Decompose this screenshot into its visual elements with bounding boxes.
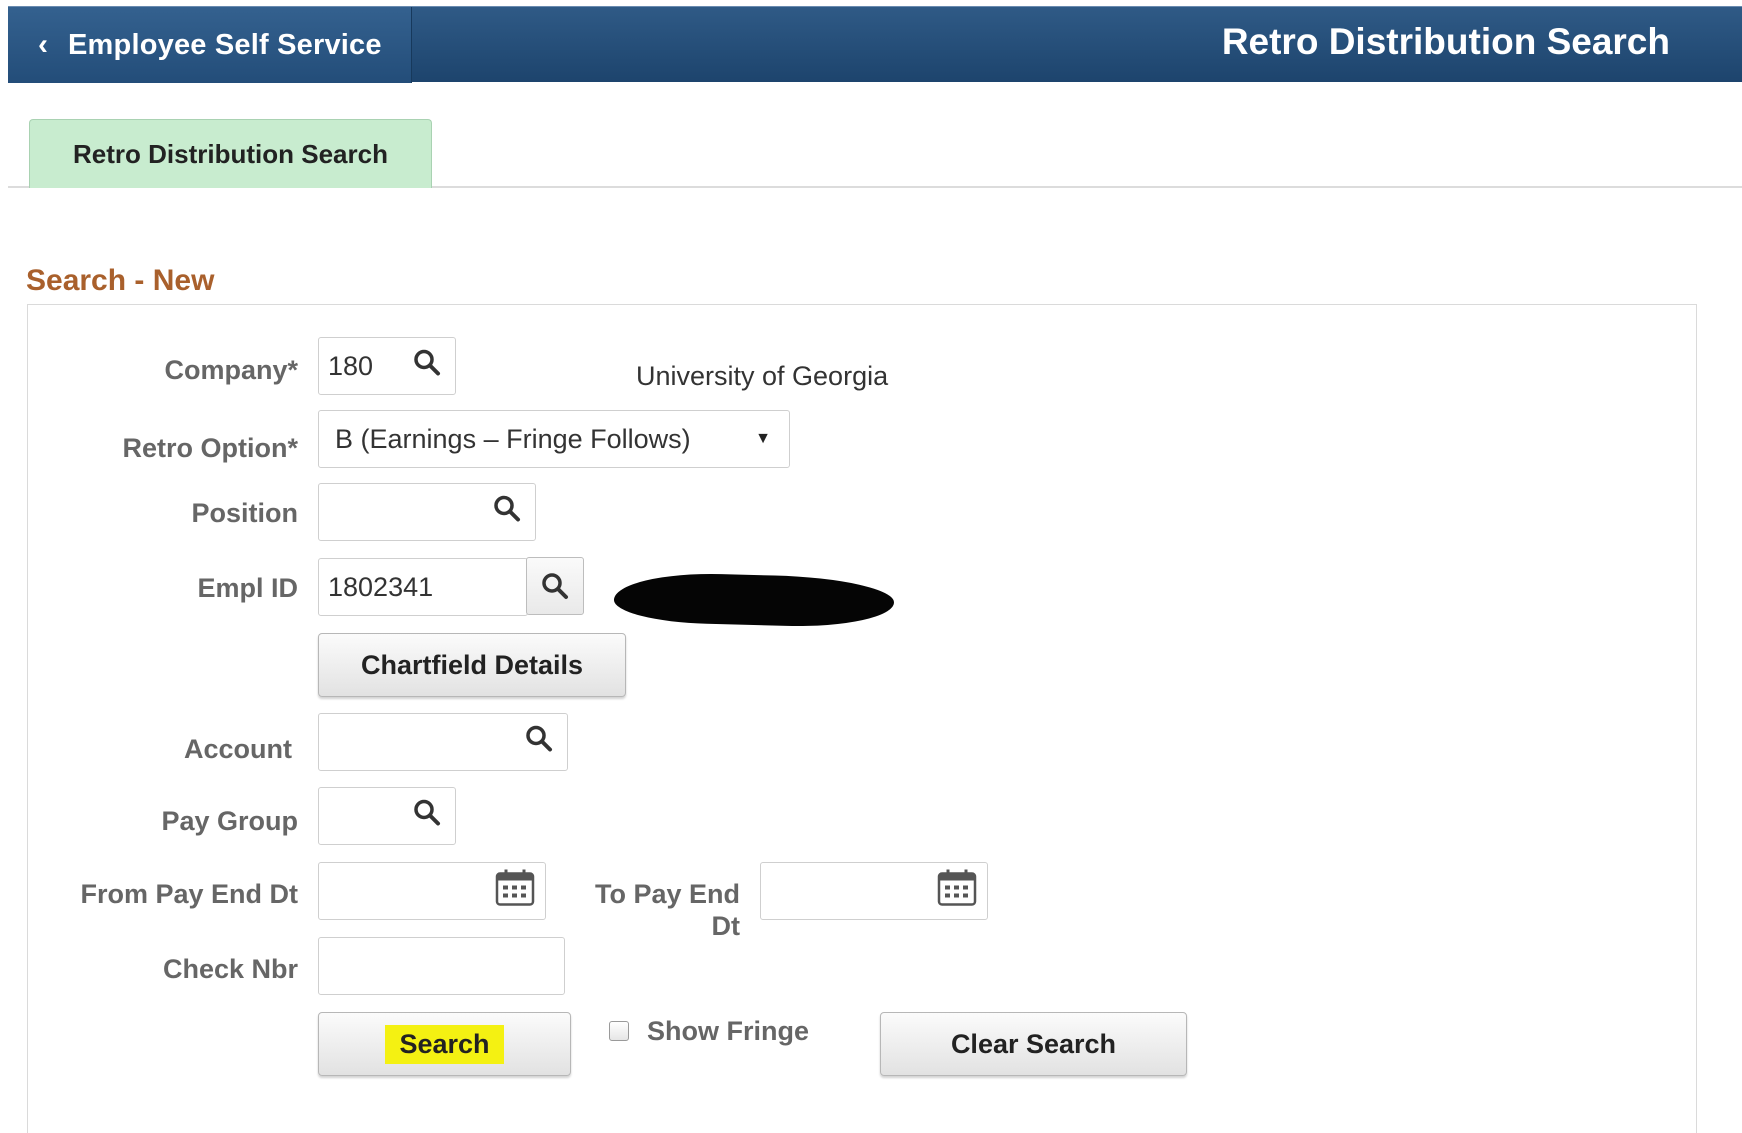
search-icon[interactable] [413, 799, 441, 834]
page-header-banner: ‹ Employee Self Service Retro Distributi… [8, 6, 1742, 83]
to-pay-end-dt-label-line2: Dt [711, 911, 741, 941]
show-fringe-checkbox[interactable] [609, 1021, 629, 1041]
pay-group-label: Pay Group [161, 806, 298, 836]
tab-retro-distribution-search[interactable]: Retro Distribution Search [29, 119, 432, 188]
back-button-employee-self-service[interactable]: ‹ Employee Self Service [8, 7, 412, 83]
calendar-icon[interactable] [495, 869, 535, 914]
back-button-label: Employee Self Service [68, 28, 382, 61]
company-description: University of Georgia [636, 361, 889, 391]
check-nbr-field[interactable] [318, 937, 565, 995]
company-field[interactable]: 180 [318, 337, 456, 395]
search-icon[interactable] [525, 725, 553, 760]
check-nbr-label: Check Nbr [162, 954, 298, 984]
empl-id-lookup-button[interactable] [526, 557, 584, 615]
pay-group-field[interactable] [318, 787, 456, 845]
retro-option-label: Retro Option* [122, 433, 299, 463]
clear-search-button[interactable]: Clear Search [880, 1012, 1187, 1076]
search-button[interactable]: Search [318, 1012, 571, 1076]
from-pay-end-dt-field[interactable] [318, 862, 546, 920]
page-title: Retro Distribution Search [1221, 21, 1670, 62]
to-pay-end-dt-field[interactable] [760, 862, 988, 920]
caret-down-icon: ▼ [755, 430, 771, 447]
from-pay-end-dt-label: From Pay End Dt [80, 879, 298, 909]
position-field[interactable] [318, 483, 536, 541]
to-pay-end-dt-label: To Pay End Dt [560, 878, 740, 942]
position-label: Position [191, 498, 299, 528]
account-label: Account [184, 734, 292, 764]
empl-id-value: 1802341 [328, 571, 434, 602]
search-button-label: Search [385, 1024, 504, 1064]
empl-id-field[interactable]: 1802341 [318, 558, 528, 616]
search-icon[interactable] [413, 349, 441, 384]
calendar-icon[interactable] [937, 869, 977, 914]
empl-id-label: Empl ID [197, 573, 298, 603]
section-title: Search - New [26, 264, 215, 297]
account-field[interactable] [318, 713, 568, 771]
search-icon [542, 573, 568, 599]
company-label: Company* [164, 355, 298, 385]
search-group-box [27, 304, 1697, 1133]
chevron-left-icon: ‹ [38, 28, 48, 61]
to-pay-end-dt-label-line1: To Pay End [594, 879, 740, 909]
show-fringe-label: Show Fringe [647, 1016, 809, 1046]
chartfield-details-button[interactable]: Chartfield Details [318, 633, 626, 697]
retro-option-value: B (Earnings – Fringe Follows) [335, 423, 691, 454]
retro-option-select[interactable]: B (Earnings – Fringe Follows) ▼ [318, 410, 790, 468]
search-icon[interactable] [493, 495, 521, 530]
